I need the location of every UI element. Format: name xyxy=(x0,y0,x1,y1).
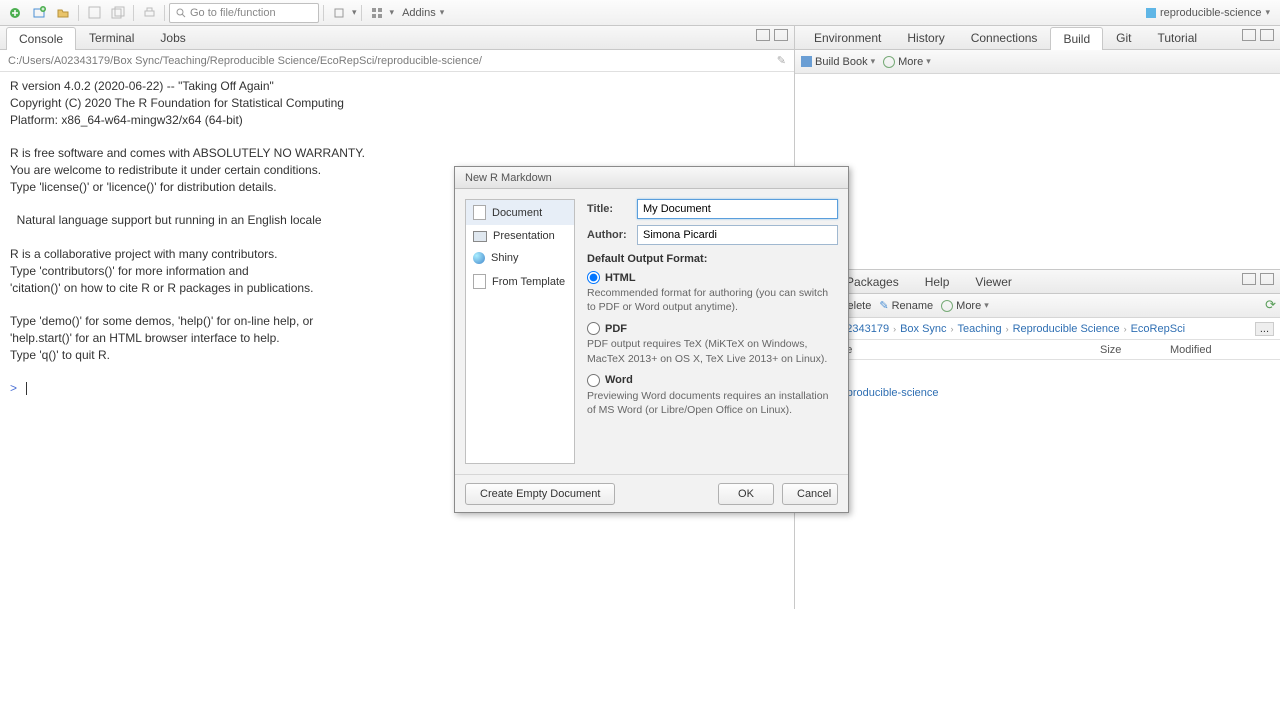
dialog-title: New R Markdown xyxy=(455,167,848,189)
clear-console-icon[interactable]: ✎ xyxy=(777,54,786,67)
tab-help[interactable]: Help xyxy=(912,270,963,293)
files-tabbar: ots Packages Help Viewer xyxy=(795,270,1280,294)
files-more-button[interactable]: More▾ xyxy=(941,300,989,312)
html-desc: Recommended format for authoring (you ca… xyxy=(587,286,838,314)
title-input[interactable] xyxy=(637,199,838,219)
type-shiny[interactable]: Shiny xyxy=(466,247,574,269)
crumb-3[interactable]: Teaching xyxy=(958,323,1002,335)
type-document[interactable]: Document xyxy=(466,200,574,225)
rename-button[interactable]: ✎Rename xyxy=(879,299,933,312)
tools-icon[interactable] xyxy=(328,3,350,23)
create-empty-button[interactable]: Create Empty Document xyxy=(465,483,615,505)
files-toolbar: lder ✖Delete ✎Rename More▾ ⟳ xyxy=(795,294,1280,318)
env-tabbar: Environment History Connections Build Gi… xyxy=(795,26,1280,50)
tab-viewer[interactable]: Viewer xyxy=(962,270,1024,293)
build-toolbar: Build Book▾ More▾ xyxy=(795,50,1280,74)
radio-html[interactable]: HTML xyxy=(587,271,838,284)
author-input[interactable] xyxy=(637,225,838,245)
maximize-env-icon[interactable] xyxy=(1260,29,1274,41)
minimize-env-icon[interactable] xyxy=(1242,29,1256,41)
build-book-button[interactable]: Build Book▾ xyxy=(801,56,875,68)
crumb-5[interactable]: EcoRepSci xyxy=(1131,323,1185,335)
type-template[interactable]: From Template xyxy=(466,269,574,294)
open-file-icon[interactable] xyxy=(52,3,74,23)
maximize-pane-icon[interactable] xyxy=(774,29,788,41)
tab-console[interactable]: Console xyxy=(6,27,76,50)
pdf-desc: PDF output requires TeX (MiKTeX on Windo… xyxy=(587,337,838,365)
tab-tutorial[interactable]: Tutorial xyxy=(1144,26,1210,49)
tab-git[interactable]: Git xyxy=(1103,26,1144,49)
files-breadcrumb: sers› A02343179› Box Sync› Teaching› Rep… xyxy=(795,318,1280,340)
project-icon xyxy=(1146,8,1156,18)
output-format-header: Default Output Format: xyxy=(587,253,838,265)
presentation-icon xyxy=(473,231,487,242)
new-file-icon[interactable] xyxy=(4,3,26,23)
title-label: Title: xyxy=(587,203,637,215)
shiny-icon xyxy=(473,252,485,264)
refresh-icon[interactable]: ⟳ xyxy=(1265,297,1276,313)
crumb-2[interactable]: Box Sync xyxy=(900,323,946,335)
grid-icon[interactable] xyxy=(366,3,388,23)
new-project-icon[interactable] xyxy=(28,3,50,23)
document-icon xyxy=(473,205,486,220)
col-size[interactable]: Size xyxy=(1100,344,1170,356)
tab-history[interactable]: History xyxy=(894,26,957,49)
console-path: C:/Users/A02343179/Box Sync/Teaching/Rep… xyxy=(0,50,794,72)
main-toolbar: Go to file/function ▾ ▾ Addins▾ reproduc… xyxy=(0,0,1280,26)
word-desc: Previewing Word documents requires an in… xyxy=(587,389,838,417)
radio-word[interactable]: Word xyxy=(587,374,838,387)
tab-terminal[interactable]: Terminal xyxy=(76,26,147,49)
save-icon[interactable] xyxy=(83,3,105,23)
new-rmarkdown-dialog: New R Markdown Document Presentation Shi… xyxy=(454,166,849,513)
file-row-up[interactable]: ↑.. xyxy=(795,360,1280,382)
book-icon xyxy=(801,56,812,67)
addins-menu[interactable]: Addins▾ xyxy=(396,7,450,19)
col-modified[interactable]: Modified xyxy=(1170,344,1280,356)
rename-icon: ✎ xyxy=(879,299,888,312)
gear-icon xyxy=(941,300,953,312)
tab-build[interactable]: Build xyxy=(1050,27,1103,50)
tab-connections[interactable]: Connections xyxy=(958,26,1051,49)
breadcrumb-more[interactable]: ... xyxy=(1255,322,1274,336)
project-menu[interactable]: reproducible-science ▾ xyxy=(1140,7,1276,19)
template-icon xyxy=(473,274,486,289)
ok-button[interactable]: OK xyxy=(718,483,774,505)
minimize-pane-icon[interactable] xyxy=(756,29,770,41)
file-row[interactable]: reproducible-science xyxy=(795,382,1280,404)
save-all-icon[interactable] xyxy=(107,3,129,23)
crumb-4[interactable]: Reproducible Science xyxy=(1013,323,1120,335)
search-icon xyxy=(176,8,186,18)
print-icon[interactable] xyxy=(138,3,160,23)
author-label: Author: xyxy=(587,229,637,241)
type-presentation[interactable]: Presentation xyxy=(466,225,574,247)
goto-file-input[interactable]: Go to file/function xyxy=(169,3,319,23)
col-name[interactable]: Name xyxy=(819,344,1100,356)
cancel-button[interactable]: Cancel xyxy=(782,483,838,505)
tab-environment[interactable]: Environment xyxy=(801,26,894,49)
console-tabbar: Console Terminal Jobs xyxy=(0,26,794,50)
doc-type-list: Document Presentation Shiny From Templat… xyxy=(465,199,575,464)
radio-pdf[interactable]: PDF xyxy=(587,322,838,335)
build-more-button[interactable]: More▾ xyxy=(883,56,931,68)
tab-jobs[interactable]: Jobs xyxy=(147,26,198,49)
maximize-files-icon[interactable] xyxy=(1260,273,1274,285)
gear-icon xyxy=(883,56,895,68)
minimize-files-icon[interactable] xyxy=(1242,273,1256,285)
files-header: Name Size Modified xyxy=(795,340,1280,360)
